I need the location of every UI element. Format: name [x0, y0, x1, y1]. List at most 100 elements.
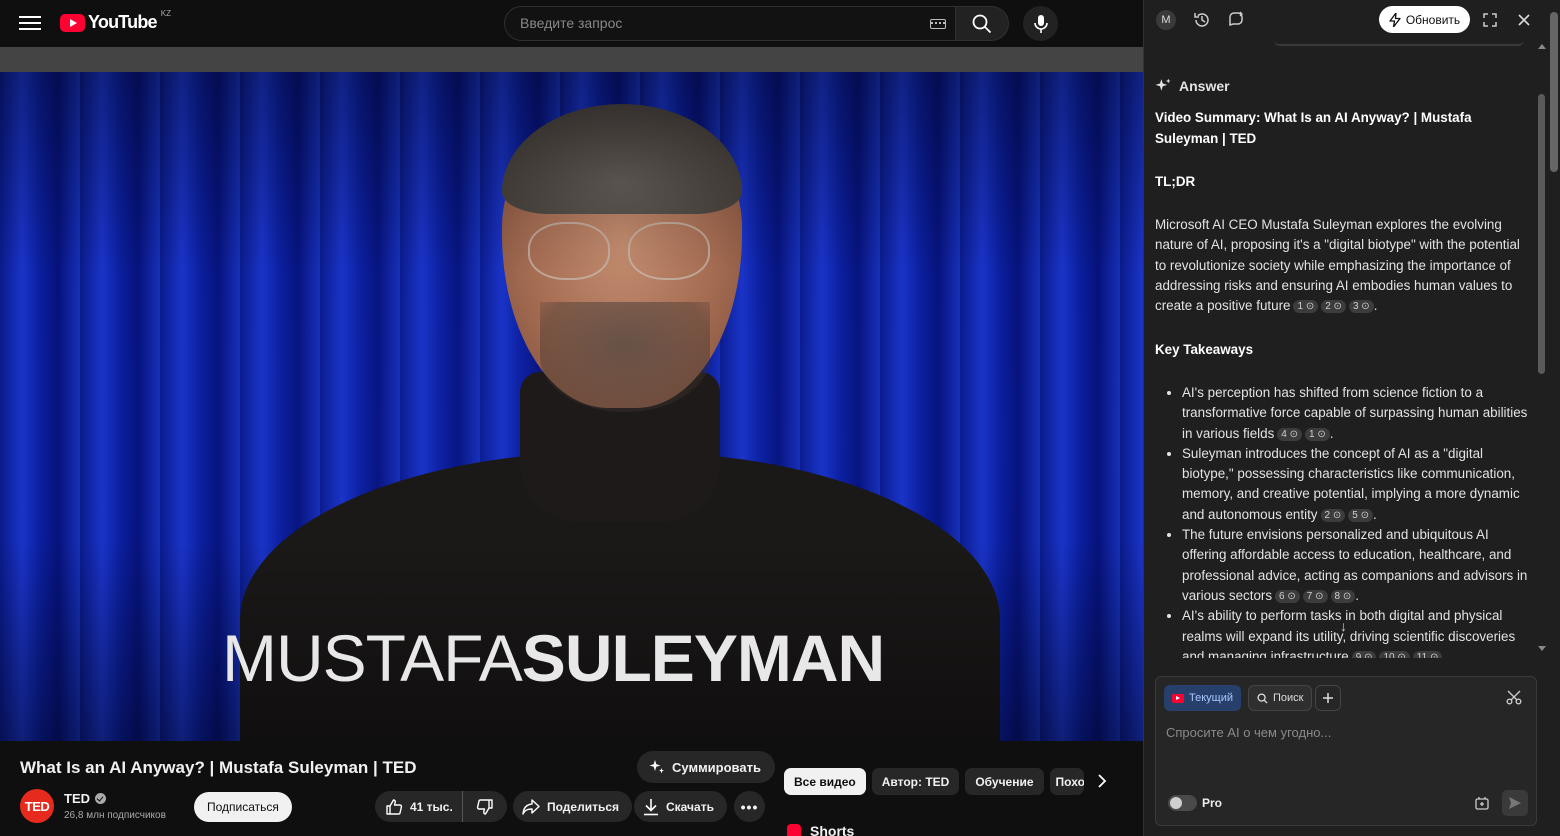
- search-button[interactable]: [956, 6, 1009, 41]
- keyboard-icon[interactable]: [930, 19, 946, 29]
- channel-avatar[interactable]: TED: [20, 789, 54, 823]
- takeaway-text: AI's perception has shifted from science…: [1182, 384, 1528, 441]
- logo-text: YouTube: [88, 12, 158, 32]
- pro-label: Pro: [1202, 796, 1223, 810]
- page-scroll-thumb[interactable]: [1550, 12, 1558, 172]
- citation-badge[interactable]: 5 ⊙: [1348, 508, 1373, 522]
- citation-badge[interactable]: 6 ⊙: [1275, 589, 1300, 603]
- scroll-down-caret-icon[interactable]: [1538, 646, 1546, 651]
- citation-number: 5: [1352, 509, 1358, 521]
- chip-all-videos[interactable]: Все видео: [784, 768, 866, 795]
- youtube-logo[interactable]: YouTube KZ: [60, 9, 171, 33]
- scissors-icon[interactable]: [1506, 689, 1522, 705]
- citation-number: 2: [1324, 509, 1331, 521]
- user-avatar[interactable]: M: [1156, 10, 1176, 30]
- takeaway-text: AI's ability to perform tasks in both di…: [1182, 608, 1516, 658]
- citation-number: 8: [1334, 590, 1341, 602]
- panel-toolbar: M Обновить: [1144, 0, 1560, 40]
- citation-badge[interactable]: 2 ⊙: [1320, 508, 1346, 522]
- summary-title: Video Summary: What Is an AI Anyway? | M…: [1155, 110, 1472, 146]
- citation-badge[interactable]: 4 ⊙: [1277, 427, 1303, 441]
- download-button[interactable]: Скачать: [634, 791, 727, 822]
- citation-number: 10: [1383, 651, 1395, 658]
- takeaway-item: AI's ability to perform tasks in both di…: [1182, 606, 1530, 658]
- download-icon: [644, 798, 658, 815]
- citation-badge[interactable]: 8 ⊙: [1330, 589, 1356, 603]
- search-input[interactable]: [520, 15, 910, 31]
- citation-number: 3: [1352, 301, 1359, 313]
- lightning-icon: [1389, 12, 1401, 27]
- new-chat-icon[interactable]: [1226, 10, 1246, 30]
- subscriber-count: 26,8 млн подписчиков: [64, 810, 166, 821]
- update-button[interactable]: Обновить: [1379, 6, 1470, 33]
- citation-number: 1: [1297, 301, 1304, 313]
- previous-message-edge: [1274, 40, 1524, 46]
- citation-badge[interactable]: 7 ⊙: [1302, 589, 1328, 603]
- subscribe-button[interactable]: Подписаться: [194, 792, 292, 822]
- like-button[interactable]: 41 тыс.: [375, 791, 463, 822]
- update-label: Обновить: [1405, 12, 1461, 27]
- ai-assistant-panel: M Обновить Answer Video Summary: What Is…: [1143, 0, 1560, 836]
- citation-number: 6: [1279, 590, 1285, 602]
- citation-badge[interactable]: 3 ⊙: [1348, 300, 1374, 314]
- history-icon[interactable]: [1192, 10, 1212, 30]
- citation-badge[interactable]: 11 ⊙: [1412, 650, 1443, 658]
- chip-learning[interactable]: Обучение: [965, 768, 1044, 795]
- send-icon: [1509, 797, 1521, 809]
- citation-badge[interactable]: 9 ⊙: [1351, 650, 1377, 658]
- close-icon[interactable]: [1514, 10, 1534, 30]
- more-actions-button[interactable]: •••: [734, 791, 765, 822]
- close-glyph: [1518, 14, 1530, 26]
- answer-content: Answer Video Summary: What Is an AI Anyw…: [1155, 68, 1530, 658]
- video-info: What Is an AI Anyway? | Mustafa Suleyman…: [0, 741, 1143, 836]
- citation-badge[interactable]: 1 ⊙: [1293, 300, 1319, 314]
- answer-heading: Answer: [1155, 76, 1530, 96]
- citation-number: 2: [1325, 301, 1331, 313]
- citation-badge[interactable]: 1 ⊙: [1305, 427, 1330, 441]
- scroll-up-arrow-icon[interactable]: [1538, 44, 1546, 49]
- scroll-thumb[interactable]: [1538, 94, 1545, 374]
- chevron-right-icon[interactable]: [1094, 773, 1110, 789]
- tab-current-video[interactable]: Текущий: [1164, 685, 1241, 711]
- chat-composer: Текущий Поиск Pro: [1155, 676, 1537, 826]
- pro-toggle[interactable]: [1168, 795, 1197, 811]
- fullscreen-icon[interactable]: [1480, 10, 1500, 30]
- speaker-first-name: MUSTAFA: [222, 621, 523, 695]
- video-player[interactable]: MUSTAFASULEYMAN: [0, 72, 1143, 741]
- share-button[interactable]: Поделиться: [513, 791, 633, 822]
- shorts-icon: [787, 823, 801, 836]
- summarize-label: Суммировать: [672, 759, 761, 775]
- channel-name-row: TED: [64, 791, 106, 806]
- citation-number: 9: [1355, 651, 1362, 658]
- chip-similar[interactable]: Похож: [1049, 768, 1084, 795]
- screenshot-icon[interactable]: [1474, 795, 1490, 811]
- new-chat-glyph: [1229, 11, 1243, 27]
- sparkle-icon: [649, 760, 664, 774]
- sparkle-icon: [1155, 78, 1171, 91]
- chip-author-ted[interactable]: Автор: TED: [871, 768, 960, 795]
- summarize-button[interactable]: Суммировать: [637, 751, 775, 783]
- takeaway-item: Suleyman introduces the concept of AI as…: [1182, 444, 1530, 525]
- related-filter-chips: Все видео Автор: TED Обучение Похож: [784, 768, 1084, 795]
- citation-number: 11: [1416, 651, 1428, 658]
- page-scrollbar[interactable]: [1548, 0, 1560, 836]
- tab-current-label: Текущий: [1189, 692, 1233, 704]
- takeaways-heading: Key Takeaways: [1155, 341, 1254, 357]
- add-context-button[interactable]: [1315, 685, 1341, 711]
- answer-scrollbar[interactable]: [1537, 44, 1547, 654]
- ask-ai-input[interactable]: [1166, 721, 1526, 743]
- search-icon: [1257, 692, 1268, 704]
- channel-name[interactable]: TED: [64, 791, 90, 806]
- voice-search-button[interactable]: [1023, 6, 1058, 41]
- thumbs-up-icon: [386, 798, 403, 815]
- send-button[interactable]: [1502, 790, 1528, 816]
- masthead-divider: [0, 47, 1143, 72]
- scroll-down-arrow-icon[interactable]: ↓: [1340, 618, 1347, 634]
- citation-badge[interactable]: 2 ⊙: [1321, 300, 1346, 314]
- video-title: What Is an AI Anyway? | Mustafa Suleyman…: [20, 758, 417, 777]
- youtube-icon: [1172, 693, 1184, 703]
- citation-badge[interactable]: 10 ⊙: [1379, 650, 1410, 658]
- menu-icon[interactable]: [19, 13, 41, 33]
- tab-search[interactable]: Поиск: [1248, 685, 1313, 711]
- dislike-button[interactable]: [463, 791, 507, 822]
